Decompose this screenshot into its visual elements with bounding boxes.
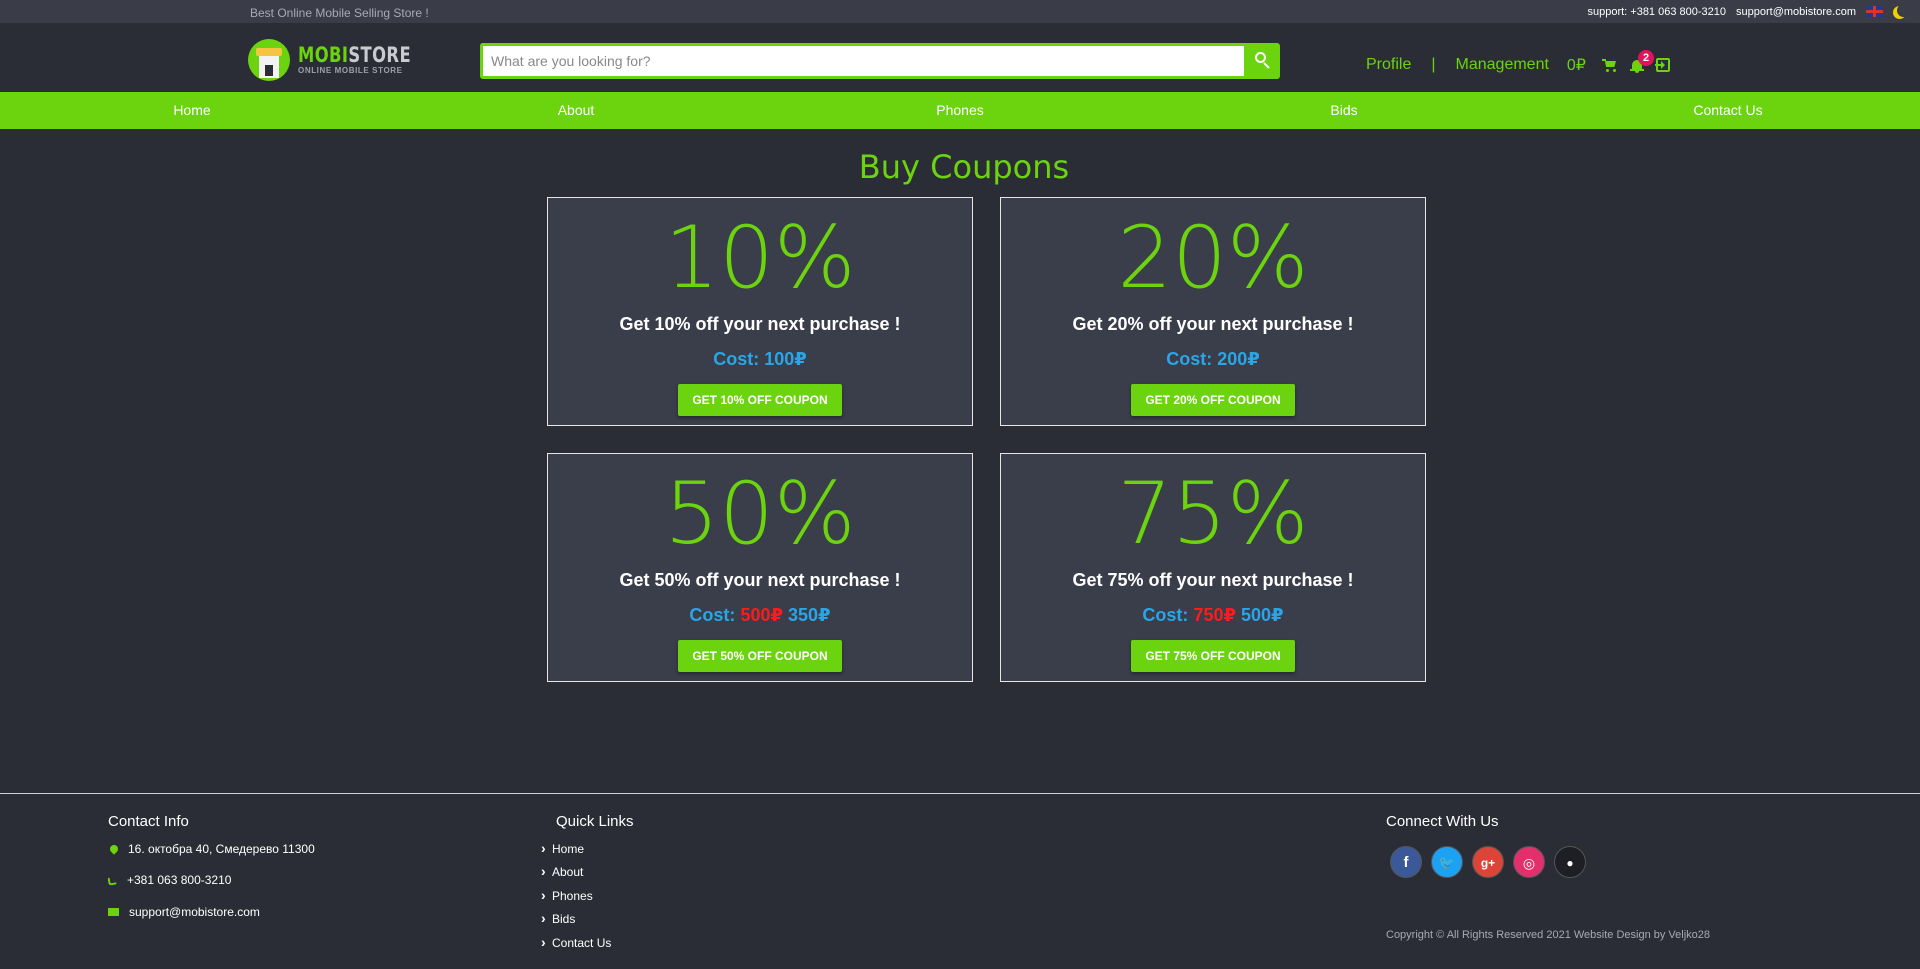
contact-address: 16. октобра 40, Смедерево 11300	[108, 842, 315, 856]
top-strip: Best Online Mobile Selling Store ! suppo…	[0, 0, 1920, 23]
nav-contact-us[interactable]: Contact Us	[1536, 92, 1920, 129]
buy-50-coupon-button[interactable]: GET 50% OFF COUPON	[678, 640, 842, 672]
coupon-percent: 10%	[664, 208, 856, 308]
uk-flag-icon[interactable]	[1866, 6, 1883, 17]
profile-link[interactable]: Profile	[1366, 56, 1411, 74]
coupon-price: 200₽	[1217, 349, 1260, 369]
twitter-icon[interactable]: 🐦	[1431, 846, 1463, 878]
buy-10-coupon-button[interactable]: GET 10% OFF COUPON	[678, 384, 842, 416]
address-text: 16. октобра 40, Смедерево 11300	[128, 842, 315, 856]
quick-link-phones[interactable]: Phones	[541, 887, 593, 903]
site-logo[interactable]: MOBISTORE ONLINE MOBILE STORE	[248, 39, 443, 81]
top-strip-contacts: support: +381 063 800-3210 support@mobis…	[1587, 5, 1906, 18]
nav-separator: |	[1431, 56, 1436, 73]
coupon-cost: Cost: 500₽ 350₽	[548, 605, 972, 626]
main-nav: Home About Phones Bids Contact Us	[0, 92, 1920, 129]
github-icon[interactable]: ●	[1554, 846, 1586, 878]
cost-label: Cost:	[713, 349, 760, 369]
coupon-description: Get 20% off your next purchase !	[1072, 314, 1354, 334]
nav-bids[interactable]: Bids	[1152, 92, 1536, 129]
search-button[interactable]	[1244, 43, 1280, 79]
coupon-old-price: 500₽	[740, 605, 783, 625]
logo-subtitle: ONLINE MOBILE STORE	[298, 66, 403, 75]
coupon-price: 500₽	[1241, 605, 1284, 625]
quick-links-heading: Quick Links	[556, 813, 634, 830]
search-bar	[480, 43, 1280, 79]
nav-phones[interactable]: Phones	[768, 92, 1152, 129]
coupon-card-20: 20% Get 20% off your next purchase ! Cos…	[1000, 197, 1426, 426]
cart-icon[interactable]	[1601, 58, 1618, 72]
mail-icon	[108, 908, 119, 916]
management-link[interactable]: Management	[1456, 56, 1549, 74]
page-title: Buy Coupons	[858, 148, 1070, 186]
phone-text: +381 063 800-3210	[127, 873, 232, 887]
coupon-card-50: 50% Get 50% off your next purchase ! Cos…	[547, 453, 973, 682]
logout-icon[interactable]	[1654, 58, 1670, 72]
coupon-description: Get 75% off your next purchase !	[1072, 570, 1354, 590]
quick-link-bids[interactable]: Bids	[541, 910, 575, 926]
coupon-percent: 50%	[664, 464, 856, 564]
coupon-description: Get 50% off your next purchase !	[619, 570, 901, 590]
logo-wordmark: MOBISTORE ONLINE MOBILE STORE	[298, 45, 443, 75]
quick-link-home[interactable]: Home	[541, 840, 584, 856]
moon-icon[interactable]	[1897, 4, 1910, 17]
email-text[interactable]: support@mobistore.com	[129, 905, 260, 919]
cost-label: Cost:	[1166, 349, 1213, 369]
instagram-icon[interactable]: ◎	[1513, 846, 1545, 878]
buy-20-coupon-button[interactable]: GET 20% OFF COUPON	[1131, 384, 1295, 416]
contact-info-heading: Contact Info	[108, 813, 189, 830]
site-header: MOBISTORE ONLINE MOBILE STORE Profile | …	[0, 23, 1920, 92]
coupon-description: Get 10% off your next purchase !	[619, 314, 901, 334]
coupon-card-75: 75% Get 75% off your next purchase ! Cos…	[1000, 453, 1426, 682]
coupon-percent: 20%	[1117, 208, 1309, 308]
social-links: f 🐦 g+ ◎ ●	[1390, 846, 1586, 878]
logo-brand-b: STORE	[348, 43, 412, 67]
connect-heading: Connect With Us	[1386, 813, 1499, 830]
support-email: support@mobistore.com	[1736, 5, 1856, 18]
coupon-price: 350₽	[788, 605, 831, 625]
coupon-cost: Cost: 750₽ 500₽	[1001, 605, 1425, 626]
quick-link-about[interactable]: About	[541, 863, 583, 879]
google-plus-icon[interactable]: g+	[1472, 846, 1504, 878]
contact-email: support@mobistore.com	[108, 905, 260, 919]
shop-logo-icon	[248, 39, 290, 81]
support-phone: support: +381 063 800-3210	[1587, 5, 1726, 18]
map-pin-icon	[108, 843, 120, 855]
site-footer: Contact Info 16. октобра 40, Смедерево 1…	[0, 793, 1920, 969]
search-input[interactable]	[480, 43, 1244, 79]
logo-brand-a: MOBI	[298, 43, 349, 67]
coupon-price: 100₽	[764, 349, 807, 369]
phone-icon	[107, 874, 118, 886]
wallet-balance: 0₽	[1566, 57, 1586, 74]
coupon-old-price: 750₽	[1193, 605, 1236, 625]
contact-phone: +381 063 800-3210	[107, 873, 232, 887]
buy-75-coupon-button[interactable]: GET 75% OFF COUPON	[1131, 640, 1295, 672]
copyright-text: Copyright © All Rights Reserved 2021 Web…	[1386, 929, 1711, 941]
nav-about[interactable]: About	[384, 92, 768, 129]
facebook-icon[interactable]: f	[1390, 846, 1422, 878]
cost-label: Cost:	[1142, 605, 1189, 625]
coupon-cost: Cost: 100₽	[548, 349, 972, 370]
account-nav: Profile | Management 0₽	[1366, 55, 1670, 75]
cost-label: Cost:	[689, 605, 736, 625]
store-tagline: Best Online Mobile Selling Store !	[250, 6, 429, 20]
quick-link-contact-us[interactable]: Contact Us	[541, 934, 611, 950]
nav-home[interactable]: Home	[0, 92, 384, 129]
coupon-percent: 75%	[1117, 464, 1309, 564]
coupon-cost: Cost: 200₽	[1001, 349, 1425, 370]
notification-badge: 2	[1638, 50, 1654, 66]
coupon-card-10: 10% Get 10% off your next purchase ! Cos…	[547, 197, 973, 426]
